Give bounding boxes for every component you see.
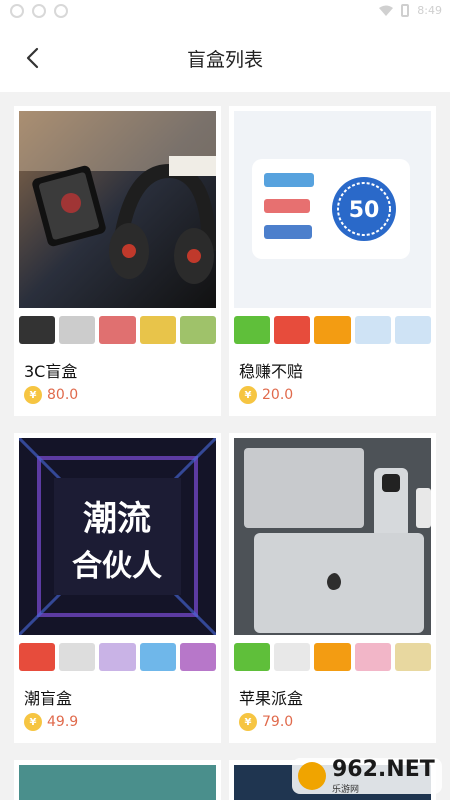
prize-thumbnail (59, 643, 96, 671)
cover-image-4 (234, 438, 431, 635)
price-value: 80.0 (47, 387, 79, 403)
prize-thumbnail (394, 643, 432, 671)
status-icon-2 (32, 4, 46, 18)
prize-thumbnail (234, 316, 271, 344)
coin-icon: ¥ (24, 713, 42, 731)
cover-image-1 (19, 111, 216, 308)
cover-value-text: 50 (349, 198, 380, 223)
prize-thumbnail (139, 316, 176, 344)
prize-thumbnail (99, 316, 136, 344)
price-value: 49.9 (47, 714, 79, 730)
cover-image-2: 50 (234, 111, 431, 308)
blindbox-card-5-partial[interactable] (14, 760, 221, 800)
card-price: ¥ 49.9 (24, 713, 78, 731)
watermark-logo-icon (298, 762, 326, 790)
card-name: 3C盲盒 (24, 362, 78, 381)
prize-thumbnail (314, 316, 351, 344)
cover-image-3: 潮流 合伙人 (19, 438, 216, 635)
prize-thumbnail (354, 316, 391, 344)
card-price: ¥ 79.0 (239, 713, 293, 731)
price-value: 20.0 (262, 387, 294, 403)
prize-thumbnail (179, 316, 217, 344)
status-bar: 8:49 (0, 0, 450, 24)
prize-thumbnail (59, 316, 96, 344)
card-price: ¥ 80.0 (24, 386, 78, 404)
prize-thumbnail (19, 643, 56, 671)
watermark-brand: 962.NET (332, 757, 435, 782)
prize-thumbnail (139, 643, 176, 671)
status-right: 8:49 (379, 4, 442, 17)
cover-image-5 (19, 765, 216, 800)
status-time: 8:49 (417, 4, 442, 17)
battery-icon (401, 4, 410, 17)
cover-text-line-2: 合伙人 (72, 549, 162, 584)
coin-icon: ¥ (239, 713, 257, 731)
prize-thumbnail (179, 643, 217, 671)
prize-thumbnails-4 (234, 640, 432, 674)
card-price: ¥ 20.0 (239, 386, 293, 404)
blindbox-card-4[interactable]: 苹果派盒 ¥ 79.0 (229, 433, 436, 743)
blindbox-card-1[interactable]: 3C盲盒 ¥ 80.0 (14, 106, 221, 416)
cover-text-line-1: 潮流 (83, 499, 151, 539)
prize-thumbnails-2 (234, 313, 432, 347)
page-title: 盲盒列表 (186, 49, 263, 71)
card-name: 苹果派盒 (239, 689, 304, 708)
prize-thumbnail (274, 316, 311, 344)
blindbox-card-2[interactable]: 50 稳赚不赔 ¥ 20.0 (229, 106, 436, 416)
coin-icon: ¥ (239, 386, 257, 404)
coin-icon: ¥ (24, 386, 42, 404)
header: 盲盒列表 (0, 24, 450, 92)
prize-thumbnail (19, 316, 56, 344)
status-icon-3 (54, 4, 68, 18)
watermark-sub: 乐游网 (332, 785, 360, 795)
prize-thumbnail (234, 643, 271, 671)
prize-thumbnails-1 (19, 313, 217, 347)
wifi-icon (379, 5, 394, 16)
status-icon-1 (10, 4, 24, 18)
card-name: 稳赚不赔 (239, 362, 304, 381)
watermark: 962.NET 乐游网 (292, 757, 442, 795)
blindbox-card-3[interactable]: 潮流 合伙人 潮盲盒 ¥ 49.9 (14, 433, 221, 743)
prize-thumbnail (99, 643, 136, 671)
card-name: 潮盲盒 (24, 689, 73, 708)
prize-thumbnail (314, 643, 351, 671)
prize-thumbnails-3 (19, 640, 217, 674)
price-value: 79.0 (262, 714, 294, 730)
prize-thumbnail (274, 643, 311, 671)
prize-thumbnail (354, 643, 391, 671)
prize-thumbnail (394, 316, 432, 344)
